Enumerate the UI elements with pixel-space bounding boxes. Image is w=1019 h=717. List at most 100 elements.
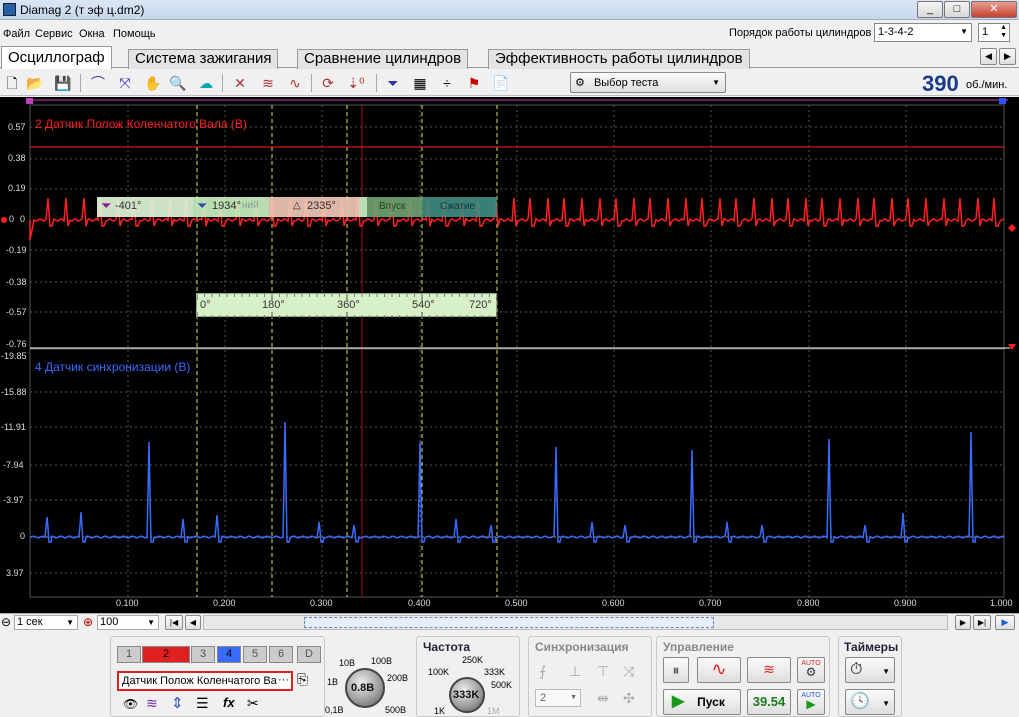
filter-waves-icon[interactable]: ≋ [258, 73, 278, 93]
probe-settings-icon[interactable]: ⎘ [297, 671, 308, 688]
menu-windows[interactable]: Окна [79, 28, 105, 40]
tab-cylinder-compare[interactable]: Сравнение цилиндров [297, 49, 469, 69]
auto-scale-icon[interactable]: ⟳ [318, 73, 338, 93]
zoom-out-icon[interactable]: ⊖ [1, 615, 11, 629]
tab-ignition[interactable]: Система зажигания [128, 49, 279, 69]
channel-2-button[interactable]: 2 [142, 646, 190, 663]
sync-wave-icon[interactable]: ⤨ [623, 663, 634, 680]
channel-1-button[interactable]: 1 [117, 646, 141, 663]
channel-d-button[interactable]: D [297, 646, 321, 663]
spin-arrows-icon[interactable]: ▲ ▼ [1000, 24, 1007, 40]
save-icon[interactable]: 💾 [53, 73, 73, 93]
tab-scroll-left-button[interactable]: ◀ [980, 48, 997, 65]
zoom-select[interactable]: 100 ▼ [97, 615, 159, 630]
overlay-waves-icon[interactable]: ∿ [285, 73, 305, 93]
eye-icon[interactable]: 👁 [123, 697, 138, 711]
menu-service[interactable]: Сервис [35, 28, 73, 40]
open-folder-icon[interactable]: 📂 [25, 73, 45, 93]
firing-order-select[interactable]: 1-3-4-2 ▼ [874, 23, 972, 42]
scroll-left-button[interactable]: ◀ [185, 615, 201, 630]
marker-1-funnel-icon: ⏷ [101, 198, 112, 213]
sine-wave-button[interactable]: ∿ [697, 657, 741, 683]
tools-icon[interactable]: ✂ [247, 695, 259, 712]
oscilloscope-panel[interactable]: 2 Датчик Полож Коленчатого Вала (В) 4 Да… [0, 97, 1019, 613]
test-select-dropdown[interactable]: ⚙ Выбор теста ▼ [570, 72, 726, 93]
freq-label: 500K [491, 680, 513, 690]
scroll-end-button[interactable]: ▶| [973, 615, 991, 630]
cursor-move-icon[interactable]: ⤧ [115, 73, 135, 93]
frequency-knob[interactable]: 333K [449, 677, 485, 713]
sync-level-icon[interactable]: ⇹ [597, 690, 609, 707]
timer-2-button[interactable]: 🕓 ▼ [845, 689, 895, 715]
menu-file[interactable]: Файл [3, 28, 30, 40]
sync-rise-icon[interactable]: ⊥ [569, 663, 581, 680]
tab-oscilloscope[interactable]: Осциллограф [1, 46, 112, 69]
firing-order-label: Порядок работы цилиндров [729, 27, 872, 39]
bottom-channel-title: 4 Датчик синхронизации (В) [35, 360, 191, 374]
zero-marker-right[interactable] [1008, 224, 1016, 232]
zero-offset-icon[interactable]: ⇣⁰ [346, 73, 366, 93]
amplitude-knob[interactable]: 0.8В [345, 668, 385, 708]
auto-scale-button[interactable]: AUTO ⚙ [797, 657, 825, 683]
sensor-name-field[interactable]: Датчик Полож Коленчатого Ва ··· [117, 671, 293, 691]
timers-title: Таймеры [844, 640, 899, 654]
sync-fall-icon[interactable]: ⊤ [597, 663, 609, 680]
maximize-button[interactable]: □ [944, 1, 970, 18]
new-file-icon[interactable]: 🗋 [2, 73, 22, 93]
lasso-icon[interactable]: ⌒ [88, 73, 108, 93]
zoom-in-icon[interactable]: ⊕ [83, 615, 93, 629]
freq-label: 1K [434, 706, 446, 716]
play-forward-button[interactable]: ▶ [995, 615, 1015, 630]
sync-slope-up-icon[interactable]: ⨍ [539, 663, 546, 680]
function-icon[interactable]: fx [223, 695, 235, 710]
noise-filter-icon[interactable]: ≋ [146, 695, 158, 712]
tab-cylinder-efficiency[interactable]: Эффективность работы цилиндров [488, 49, 750, 69]
marker-flag-icon[interactable]: ⚑ [464, 73, 484, 93]
y-tick-label: -0.19 [6, 245, 27, 255]
oscilloscope-canvas[interactable] [0, 97, 1019, 613]
scroll-right-button[interactable]: ▶ [955, 615, 971, 630]
noise-wave-button[interactable]: ≋ [747, 657, 791, 683]
tab-scroll-right-button[interactable]: ▶ [999, 48, 1016, 65]
sync-filter-icon[interactable]: ✣ [623, 690, 635, 707]
channel-5-button[interactable]: 5 [243, 646, 267, 663]
close-button[interactable]: ✕ [971, 1, 1017, 18]
chevron-down-icon: ▼ [882, 699, 890, 708]
ellipsis-icon[interactable]: ··· [278, 674, 289, 686]
channel-3-button[interactable]: 3 [191, 646, 215, 663]
timer-1-button[interactable]: ⏱ ▼ [845, 657, 895, 683]
freq-label: 250K [462, 655, 484, 665]
notes-icon[interactable]: 📄 [491, 73, 511, 93]
cylinder-spinner[interactable]: 1 ▲ ▼ [978, 23, 1010, 42]
marker-bar[interactable]: ⏷ -401° ⏷ 1934° ний △ 2335° Впуск Сжатие [97, 197, 497, 217]
x-tick-label: 0.200 [213, 598, 236, 608]
grid-icon[interactable]: ▦ [410, 73, 430, 93]
menu-help[interactable]: Помощь [113, 28, 156, 40]
vertical-scale-icon[interactable]: ⇕ [171, 694, 184, 712]
zoom-icon[interactable]: 🔍 [168, 73, 188, 93]
split-icon[interactable]: ÷ [437, 73, 457, 93]
scrollbar-thumb[interactable] [304, 617, 714, 628]
zero-marker-left[interactable] [1, 217, 7, 223]
degree-scale[interactable]: 0° 180° 360° 540° 720° [196, 293, 498, 318]
cross-waves-icon[interactable]: ✕ [230, 73, 250, 93]
channel-4-button[interactable]: 4 [217, 646, 241, 663]
minimize-button[interactable]: _ [917, 1, 943, 18]
phase-marker-lines [196, 105, 498, 597]
sync-channel-select[interactable]: 2 ▼ [535, 689, 581, 707]
start-button[interactable]: ▶ Пуск [663, 689, 741, 715]
y-tick-label: -0.38 [6, 277, 27, 287]
pause-button[interactable]: ⏸ [663, 657, 689, 683]
horizontal-scrollbar[interactable] [203, 615, 948, 630]
timebase-select[interactable]: 1 сек ▼ [14, 615, 78, 630]
play-icon: ▶ [806, 697, 816, 711]
auto-trigger-button[interactable]: AUTO ▶ [797, 689, 825, 715]
level-marker-right[interactable] [1008, 344, 1016, 350]
lines-icon[interactable]: ☰ [196, 695, 209, 712]
channel-6-button[interactable]: 6 [269, 646, 293, 663]
ghost-icon[interactable]: ☁ [196, 73, 216, 93]
filter-funnel-icon[interactable]: ⏷ [383, 73, 403, 93]
hand-pan-icon[interactable]: ✋ [143, 73, 163, 93]
amp-label: 10В [339, 658, 356, 668]
scroll-start-button[interactable]: |◀ [165, 615, 183, 630]
